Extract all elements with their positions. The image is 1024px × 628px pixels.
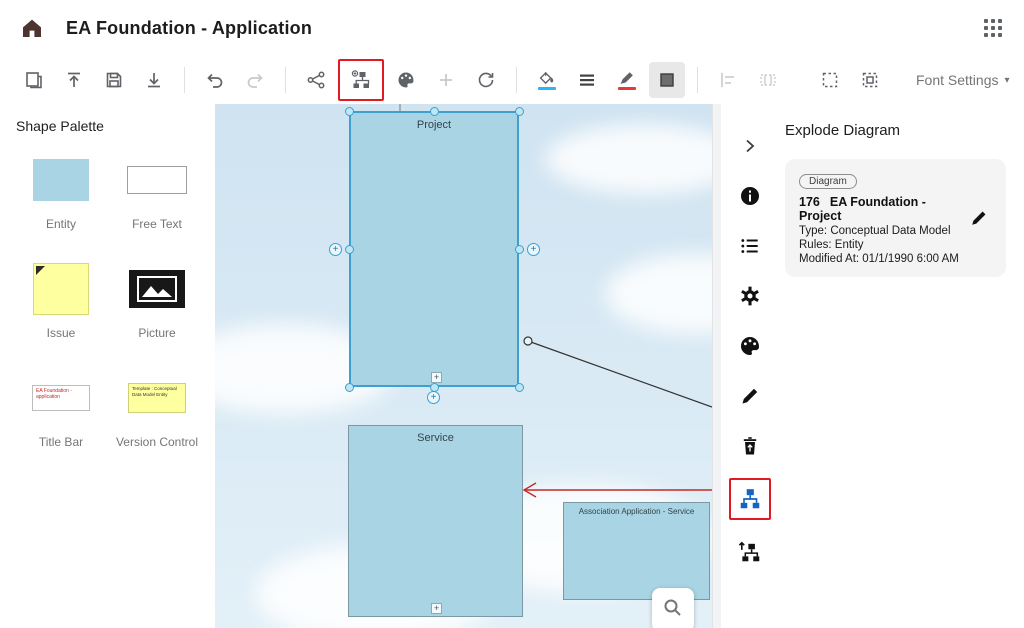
align-left-button[interactable] (710, 62, 746, 98)
palette-item-free-text[interactable]: Free Text (112, 152, 202, 231)
cloud-decoration (605, 254, 712, 334)
diagram-info-card: Diagram 176EA Foundation - Project Type:… (785, 159, 1006, 277)
selection-handle[interactable] (515, 107, 524, 116)
explode-diagram-rail-highlight (729, 478, 771, 520)
panel-title: Explode Diagram (785, 122, 1006, 139)
collapse-panel-chevron[interactable] (732, 128, 768, 164)
copy-button[interactable] (16, 62, 52, 98)
free-text-shape-preview (127, 166, 187, 194)
selection-handle[interactable] (515, 245, 524, 254)
edit-pen-icon[interactable] (732, 378, 768, 414)
diagram-title: 176EA Foundation - Project (799, 195, 964, 223)
title-bar-shape-preview: EA Foundation - application (32, 385, 90, 411)
connect-point-icon[interactable]: + (527, 243, 540, 256)
page-title: EA Foundation - Application (66, 18, 312, 39)
palette-item-title-bar[interactable]: EA Foundation - application Title Bar (16, 370, 106, 449)
line-style-button[interactable] (569, 62, 605, 98)
app-header: EA Foundation - Application (0, 0, 1024, 56)
shape-palette-title: Shape Palette (16, 118, 215, 134)
save-button[interactable] (96, 62, 132, 98)
right-panel-rail (721, 104, 779, 628)
line-color-button[interactable] (609, 62, 645, 98)
chevron-down-icon: ▾ (1005, 75, 1010, 86)
main-area: Shape Palette Entity Free Text Issue (0, 104, 1024, 628)
right-panel: Explode Diagram Diagram 176EA Foundation… (721, 104, 1024, 628)
picture-shape-preview (129, 270, 185, 308)
delete-icon[interactable] (732, 428, 768, 464)
palette-item-picture[interactable]: Picture (112, 261, 202, 340)
entity-label: Association Application - Service (564, 503, 709, 516)
fill-color-button[interactable] (529, 62, 565, 98)
fill-color-swatch (538, 87, 556, 90)
entity-shape-preview (33, 159, 89, 201)
palette-item-issue[interactable]: Issue (16, 261, 106, 340)
font-settings-dropdown[interactable]: Font Settings ▾ (916, 72, 1010, 88)
diagram-modified: Modified At: 01/1/1990 6:00 AM (799, 253, 964, 265)
diagram-rules: Rules: Entity (799, 239, 964, 251)
expand-plus-icon[interactable]: + (431, 603, 442, 614)
palette-item-version-control[interactable]: Template : Conceptual Data Model Entity … (112, 370, 202, 449)
home-icon[interactable] (16, 12, 48, 44)
select-shape-button[interactable] (852, 62, 888, 98)
shape-palette-grid: Entity Free Text Issue (16, 152, 215, 449)
redo-button[interactable] (237, 62, 273, 98)
distribute-button[interactable] (750, 62, 786, 98)
entity-service[interactable]: Service + (348, 425, 523, 617)
selection-handle[interactable] (345, 245, 354, 254)
shape-fill-button[interactable] (649, 62, 685, 98)
version-control-shape-preview: Template : Conceptual Data Model Entity (128, 383, 186, 413)
toolbar-separator (184, 67, 185, 93)
line-color-swatch (618, 87, 636, 90)
selection-handle[interactable] (515, 383, 524, 392)
shape-palette: Shape Palette Entity Free Text Issue (0, 104, 215, 628)
toolbar: Font Settings ▾ (0, 56, 1024, 104)
connect-point-icon[interactable]: + (427, 391, 440, 404)
connect-point-icon[interactable]: + (329, 243, 342, 256)
palette-icon[interactable] (732, 328, 768, 364)
select-area-button[interactable] (812, 62, 848, 98)
home-icon-glyph (20, 16, 44, 40)
share-structure-button[interactable] (298, 62, 334, 98)
undo-button[interactable] (197, 62, 233, 98)
upload-button[interactable] (56, 62, 92, 98)
expand-plus-icon[interactable]: + (431, 372, 442, 383)
entity-project[interactable]: Project + (349, 111, 519, 387)
settings-gear-icon[interactable] (732, 278, 768, 314)
explode-diagram-toolbar-button[interactable] (343, 62, 379, 98)
selection-handle[interactable] (345, 107, 354, 116)
font-settings-label: Font Settings (916, 72, 999, 88)
cloud-decoration (545, 124, 712, 194)
properties-list-icon[interactable] (732, 228, 768, 264)
explode-diagram-toolbar-highlight (338, 59, 384, 101)
issue-shape-preview (33, 263, 89, 315)
toolbar-separator (285, 67, 286, 93)
diagram-badge: Diagram (799, 174, 857, 189)
right-panel-body: Explode Diagram Diagram 176EA Foundation… (779, 104, 1024, 628)
add-button[interactable] (428, 62, 464, 98)
diagram-type: Type: Conceptual Data Model (799, 225, 964, 237)
palette-toolbar-button[interactable] (388, 62, 424, 98)
explode-diagram-icon[interactable] (732, 481, 768, 517)
implode-diagram-icon[interactable] (732, 534, 768, 570)
palette-item-entity[interactable]: Entity (16, 152, 106, 231)
download-button[interactable] (136, 62, 172, 98)
toolbar-separator (697, 67, 698, 93)
apps-grid-icon[interactable] (980, 15, 1006, 41)
toolbar-separator (516, 67, 517, 93)
edit-diagram-pencil-icon[interactable] (964, 203, 994, 233)
selection-handle[interactable] (430, 107, 439, 116)
entity-association-application-service[interactable]: Association Application - Service (563, 502, 710, 600)
selection-handle[interactable] (345, 383, 354, 392)
diagram-canvas[interactable]: Association Application - Service Servic… (215, 104, 712, 628)
diagram-id: 176 (799, 195, 820, 209)
zoom-search-button[interactable] (652, 588, 694, 628)
rotate-button[interactable] (468, 62, 504, 98)
entity-label: Service (349, 426, 522, 444)
canvas-scrollbar[interactable] (712, 104, 721, 628)
info-icon[interactable] (732, 178, 768, 214)
